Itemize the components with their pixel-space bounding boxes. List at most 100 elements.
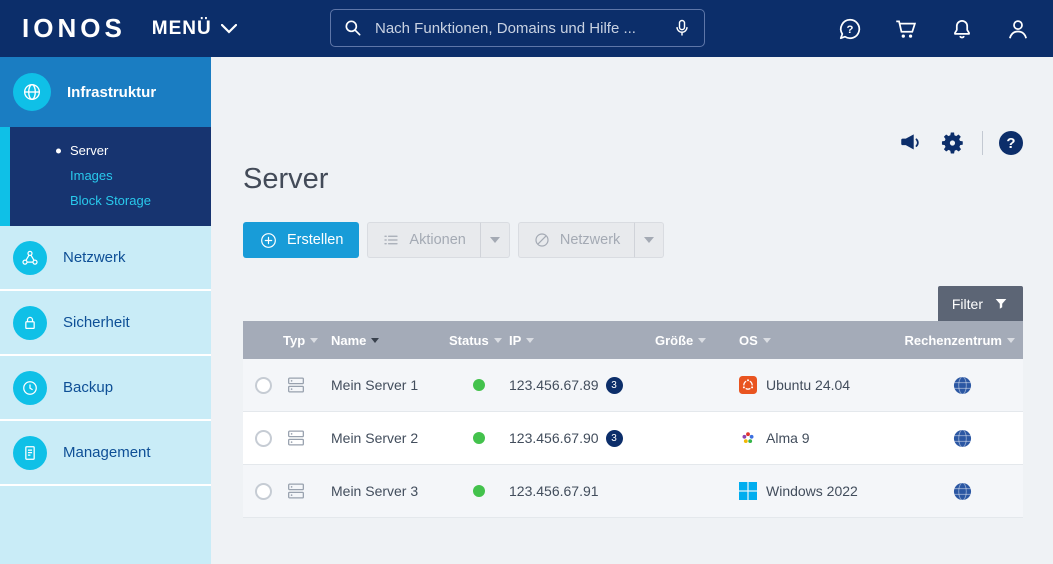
sort-icon — [371, 337, 380, 343]
globe-icon — [953, 481, 971, 501]
search-input[interactable] — [373, 18, 662, 38]
account-icon[interactable] — [1005, 16, 1031, 42]
filter-button[interactable]: Filter — [937, 286, 1023, 321]
table-row[interactable]: Mein Server 1 123.456.67.89 3 Ubuntu 24.0… — [243, 359, 1023, 412]
help-glyph: ? — [1006, 134, 1016, 152]
funnel-icon — [995, 298, 1007, 309]
server-type-icon — [288, 430, 304, 446]
infrastructure-icon — [13, 73, 51, 111]
header-cell-name[interactable]: Name — [331, 333, 449, 348]
announcements-icon[interactable] — [898, 130, 924, 156]
search-bar[interactable] — [330, 9, 705, 47]
sidebar-item-label: Infrastruktur — [67, 83, 157, 101]
sort-icon — [526, 337, 535, 343]
header-cell-typ[interactable]: Typ — [283, 333, 331, 348]
actions-split-button: Aktionen — [367, 222, 510, 258]
row-select-radio[interactable] — [254, 376, 272, 394]
filter-row: Filter — [211, 286, 1023, 321]
header-actions: ? — [837, 0, 1031, 57]
sidebar-item-label: Backup — [63, 379, 114, 396]
sort-icon — [493, 337, 502, 343]
ip-count-badge: 3 — [605, 429, 623, 447]
security-icon — [13, 305, 47, 340]
network-dropdown-toggle[interactable] — [634, 222, 665, 258]
ip-count-badge: 3 — [605, 376, 623, 394]
sidebar-item-sicherheit[interactable]: Sicherheit — [0, 291, 211, 356]
filter-button-label: Filter — [951, 295, 983, 312]
caret-down-icon — [489, 237, 500, 243]
table-row[interactable]: Mein Server 3 123.456.67.91 Windows 2022 — [243, 465, 1023, 518]
network-split-button: Netzwerk — [517, 222, 665, 258]
sidebar: Infrastruktur Server Images Block Storag… — [0, 57, 211, 564]
status-indicator — [473, 485, 485, 497]
chevron-down-icon — [220, 23, 237, 34]
sort-icon — [698, 337, 707, 343]
server-type-icon — [288, 483, 304, 499]
sidebar-subitem-images[interactable]: Images — [0, 163, 211, 188]
os-label: Windows 2022 — [766, 483, 858, 499]
server-table: Typ Name Status IP Größe OS Rechenzentru… — [243, 321, 1023, 518]
network-button[interactable]: Netzwerk — [517, 222, 635, 258]
microphone-icon[interactable] — [672, 18, 692, 38]
network-icon — [13, 240, 47, 275]
top-bar: IONOS MENÜ ? — [0, 0, 1053, 57]
server-name: Mein Server 1 — [331, 377, 419, 393]
plus-circle-icon — [261, 232, 276, 248]
help-icon[interactable]: ? — [999, 131, 1023, 155]
actions-button[interactable]: Aktionen — [367, 222, 480, 258]
row-select-radio[interactable] — [254, 482, 272, 500]
settings-gear-icon[interactable] — [940, 130, 966, 156]
help-chat-icon[interactable]: ? — [837, 16, 863, 42]
menu-label: MENÜ — [151, 17, 212, 39]
backup-icon — [13, 370, 47, 405]
ubuntu-icon — [739, 376, 757, 394]
sidebar-subitem-block-storage[interactable]: Block Storage — [0, 188, 211, 213]
main-content: ? Server Erstellen Aktionen Netzwerk Fil… — [211, 57, 1053, 564]
list-icon — [384, 235, 399, 245]
table-row[interactable]: Mein Server 2 123.456.67.90 3 Alma 9 — [243, 412, 1023, 465]
os-label: Alma 9 — [766, 430, 810, 446]
create-button[interactable]: Erstellen — [243, 222, 360, 258]
network-button-label: Netzwerk — [559, 232, 621, 248]
header-cell-os[interactable]: OS — [739, 333, 901, 348]
sidebar-item-infrastruktur[interactable]: Infrastruktur — [0, 57, 211, 127]
divider — [982, 131, 983, 155]
sidebar-item-label: Netzwerk — [63, 249, 126, 266]
ionos-logo[interactable]: IONOS — [22, 13, 126, 44]
os-label: Ubuntu 24.04 — [766, 377, 851, 393]
windows-icon — [739, 482, 757, 500]
menu-button[interactable]: MENÜ — [152, 18, 237, 40]
status-indicator — [473, 432, 485, 444]
sidebar-item-management[interactable]: Management — [0, 421, 211, 486]
cart-icon[interactable] — [893, 16, 919, 42]
globe-icon — [953, 428, 971, 448]
table-header: Typ Name Status IP Größe OS Rechenzentru… — [243, 321, 1023, 359]
ip-address: 123.456.67.90 — [509, 430, 599, 446]
sidebar-item-label: Sicherheit — [63, 314, 130, 331]
server-type-icon — [288, 377, 304, 393]
page-actions: ? — [211, 129, 1023, 157]
sort-icon — [1007, 337, 1015, 343]
status-indicator — [473, 379, 485, 391]
infrastruktur-submenu: Server Images Block Storage — [0, 127, 211, 226]
header-cell-groesse[interactable]: Größe — [655, 333, 739, 348]
create-button-label: Erstellen — [287, 232, 344, 248]
management-icon — [13, 435, 47, 470]
header-cell-ip[interactable]: IP — [509, 333, 655, 348]
actions-button-label: Aktionen — [409, 232, 466, 248]
sidebar-item-backup[interactable]: Backup — [0, 356, 211, 421]
actions-dropdown-toggle[interactable] — [479, 222, 510, 258]
sidebar-item-netzwerk[interactable]: Netzwerk — [0, 226, 211, 291]
row-select-radio[interactable] — [254, 429, 272, 447]
header-cell-status[interactable]: Status — [449, 333, 509, 348]
svg-text:?: ? — [847, 23, 854, 35]
header-cell-rechenzentrum[interactable]: Rechenzentrum — [901, 333, 1023, 348]
sort-icon — [762, 337, 771, 343]
notifications-icon[interactable] — [949, 16, 975, 42]
server-name: Mein Server 3 — [331, 483, 419, 499]
sidebar-subitem-server[interactable]: Server — [0, 138, 211, 163]
sort-icon — [310, 337, 319, 343]
toolbar: Erstellen Aktionen Netzwerk — [243, 222, 1053, 258]
ip-address: 123.456.67.91 — [509, 483, 599, 499]
almalinux-icon — [742, 432, 754, 443]
